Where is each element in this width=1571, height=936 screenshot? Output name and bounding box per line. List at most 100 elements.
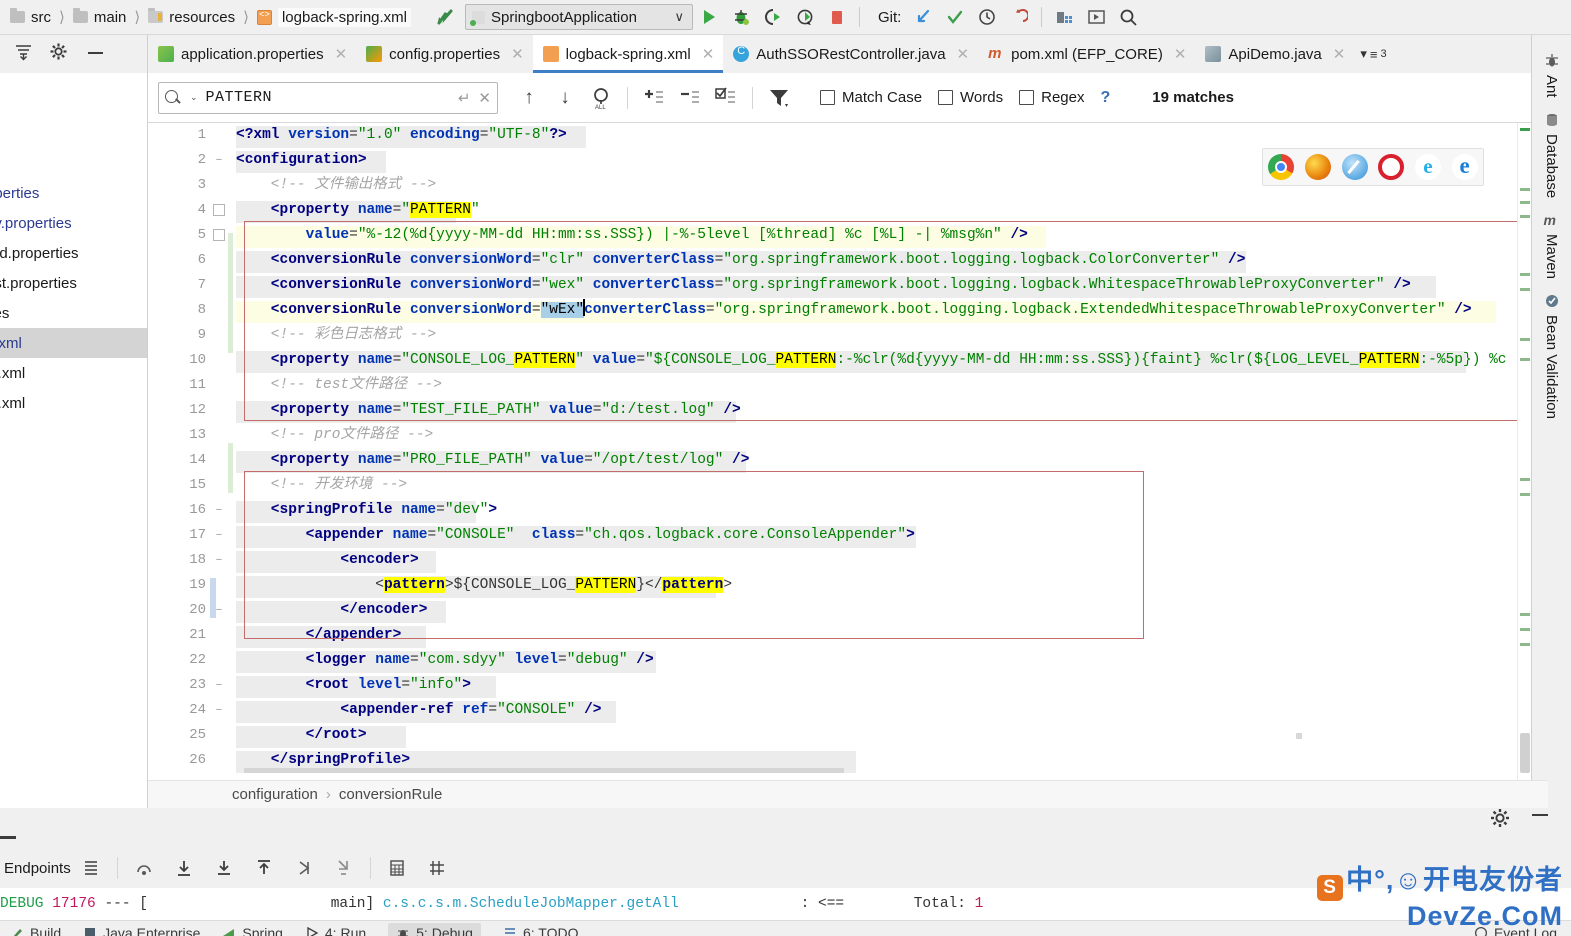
regex-help-icon[interactable]: ? — [1100, 89, 1110, 107]
select-all-occurrences-button[interactable] — [709, 81, 743, 115]
sidebar-item-ant[interactable]: Ant — [1543, 53, 1560, 98]
hide-panel-icon[interactable] — [86, 45, 105, 63]
sidebar-item-maven[interactable]: m Maven — [1543, 212, 1560, 279]
breadcrumb-item-file[interactable]: logback-spring.xml — [256, 7, 411, 27]
sidebar-item-database[interactable]: Database — [1543, 112, 1560, 198]
step-over-button[interactable] — [124, 849, 164, 887]
ie-icon[interactable]: e — [1414, 154, 1441, 180]
fold-marker-icon[interactable] — [213, 229, 225, 241]
edge-icon[interactable]: e — [1451, 154, 1478, 180]
run-button[interactable] — [693, 2, 725, 32]
firefox-icon[interactable] — [1304, 154, 1331, 180]
step-out-button[interactable] — [244, 849, 284, 887]
project-file-item[interactable]: rod.properties — [0, 238, 147, 268]
tab-close-icon[interactable]: ✕ — [702, 45, 715, 63]
fold-marker-icon[interactable]: − — [213, 504, 225, 516]
tab-config-properties[interactable]: config.properties ✕ — [356, 35, 532, 73]
project-file-item[interactable]: ev.properties — [0, 208, 147, 238]
evaluate-expression-button[interactable] — [377, 849, 417, 887]
project-file-item[interactable]: tx.xml — [0, 358, 147, 388]
tab-close-icon[interactable]: ✕ — [1174, 45, 1187, 63]
fold-marker-icon[interactable]: − — [213, 704, 225, 716]
navigate-back-icon[interactable] — [433, 5, 457, 29]
safari-icon[interactable] — [1341, 154, 1368, 180]
breadcrumb-item-main[interactable]: main — [72, 8, 126, 26]
search-everywhere-button[interactable] — [1112, 2, 1144, 32]
git-update-project-button[interactable] — [907, 2, 939, 32]
run-configuration-selector[interactable]: SpringbootApplication ∨ — [465, 4, 693, 30]
editor-breadcrumb-item[interactable]: conversionRule — [339, 786, 442, 803]
editor-code-area[interactable]: <?xml version="1.0" encoding="UTF-8"?> <… — [236, 123, 1548, 780]
fold-marker-icon[interactable] — [213, 204, 225, 216]
endpoints-label[interactable]: Endpoints — [4, 860, 71, 877]
preview-button[interactable] — [1080, 2, 1112, 32]
endpoints-list-button[interactable] — [71, 849, 111, 887]
tab-overflow-button[interactable]: ▾ ≡ 3 — [1354, 35, 1392, 73]
fold-marker-icon[interactable]: − — [213, 554, 225, 566]
collapse-all-icon[interactable] — [14, 42, 33, 66]
remove-selection-button[interactable] — [673, 81, 707, 115]
settings-button[interactable] — [417, 849, 457, 887]
project-structure-button[interactable] — [1048, 2, 1080, 32]
project-file-item[interactable]: ties — [0, 298, 147, 328]
status-item-spring[interactable]: Spring — [222, 925, 283, 936]
tab-close-icon[interactable]: ✕ — [335, 45, 348, 63]
fold-marker-icon[interactable]: − — [213, 679, 225, 691]
tab-application-properties[interactable]: application.properties ✕ — [148, 35, 356, 73]
editor-vertical-scrollbar-thumb[interactable] — [1520, 733, 1530, 773]
tab-apidemo-java[interactable]: ApiDemo.java ✕ — [1195, 35, 1354, 73]
project-file-item[interactable]: est.properties — [0, 268, 147, 298]
search-input[interactable]: ⌄ PATTERN ↵ ✕ — [158, 81, 498, 114]
fold-marker-icon[interactable]: − — [213, 154, 225, 166]
tab-close-icon[interactable]: ✕ — [1333, 45, 1346, 63]
tab-pom-xml[interactable]: m pom.xml (EFP_CORE) ✕ — [978, 35, 1195, 73]
drop-frame-button[interactable] — [284, 849, 324, 887]
debug-button[interactable] — [725, 2, 757, 32]
editor-scrollbar-thumb[interactable] — [210, 578, 216, 618]
clear-search-icon[interactable]: ✕ — [478, 89, 491, 107]
code-editor[interactable]: 1 2 3 4 5 6 7 8 9 10 11 12 13 14 15 16 1… — [148, 123, 1548, 780]
reset-search-icon[interactable]: ↵ — [458, 89, 471, 107]
minimize-panel-icon[interactable] — [1529, 807, 1551, 829]
tab-logback-spring-xml[interactable]: logback-spring.xml ✕ — [532, 35, 724, 73]
tab-close-icon[interactable]: ✕ — [957, 45, 970, 63]
git-commit-button[interactable] — [939, 2, 971, 32]
project-file-item[interactable]: ig.xml — [0, 388, 147, 418]
settings-gear-icon[interactable] — [1489, 807, 1511, 829]
step-into-button[interactable] — [164, 849, 204, 887]
settings-gear-icon[interactable] — [49, 42, 68, 66]
breadcrumb-item-resources[interactable]: resources — [148, 8, 235, 26]
status-item-debug[interactable]: 5: Debug — [388, 922, 481, 936]
breadcrumb-item-src[interactable]: src — [10, 8, 51, 26]
editor-breadcrumb-item[interactable]: configuration — [232, 786, 318, 803]
find-next-button[interactable]: ↓ — [548, 81, 582, 115]
git-rollback-button[interactable] — [1003, 2, 1035, 32]
profile-button[interactable] — [789, 2, 821, 32]
editor-gutter[interactable]: 1 2 3 4 5 6 7 8 9 10 11 12 13 14 15 16 1… — [148, 123, 236, 780]
project-file-item[interactable]: operties — [0, 178, 147, 208]
opera-icon[interactable] — [1378, 154, 1405, 180]
status-item-run[interactable]: 4: Run — [305, 925, 366, 936]
sidebar-item-bean-validation[interactable]: Bean Validation — [1543, 293, 1560, 419]
project-file-item-selected[interactable]: g.xml — [0, 328, 147, 358]
chrome-icon[interactable] — [1268, 154, 1295, 180]
force-step-into-button[interactable] — [204, 849, 244, 887]
add-selection-button[interactable] — [637, 81, 671, 115]
status-item-build[interactable]: Build — [10, 925, 61, 936]
find-previous-button[interactable]: ↑ — [512, 81, 546, 115]
horizontal-scrollbar[interactable] — [244, 768, 844, 773]
run-with-coverage-button[interactable] — [757, 2, 789, 32]
stop-button[interactable] — [821, 2, 853, 32]
git-history-button[interactable] — [971, 2, 1003, 32]
regex-checkbox[interactable]: Regex — [1019, 89, 1084, 106]
tab-authssorestcontroller-java[interactable]: AuthSSORestController.java ✕ — [723, 35, 978, 73]
status-item-todo[interactable]: 6: TODO — [503, 925, 578, 936]
match-case-checkbox[interactable]: Match Case — [820, 89, 922, 106]
tab-close-icon[interactable]: ✕ — [511, 45, 524, 63]
chevron-down-icon[interactable]: ⌄ — [190, 92, 198, 103]
words-checkbox[interactable]: Words — [938, 89, 1003, 106]
run-to-cursor-button[interactable] — [324, 849, 364, 887]
filter-button[interactable] — [762, 81, 796, 115]
editor-error-stripe[interactable] — [1517, 123, 1531, 780]
fold-marker-icon[interactable]: − — [213, 529, 225, 541]
